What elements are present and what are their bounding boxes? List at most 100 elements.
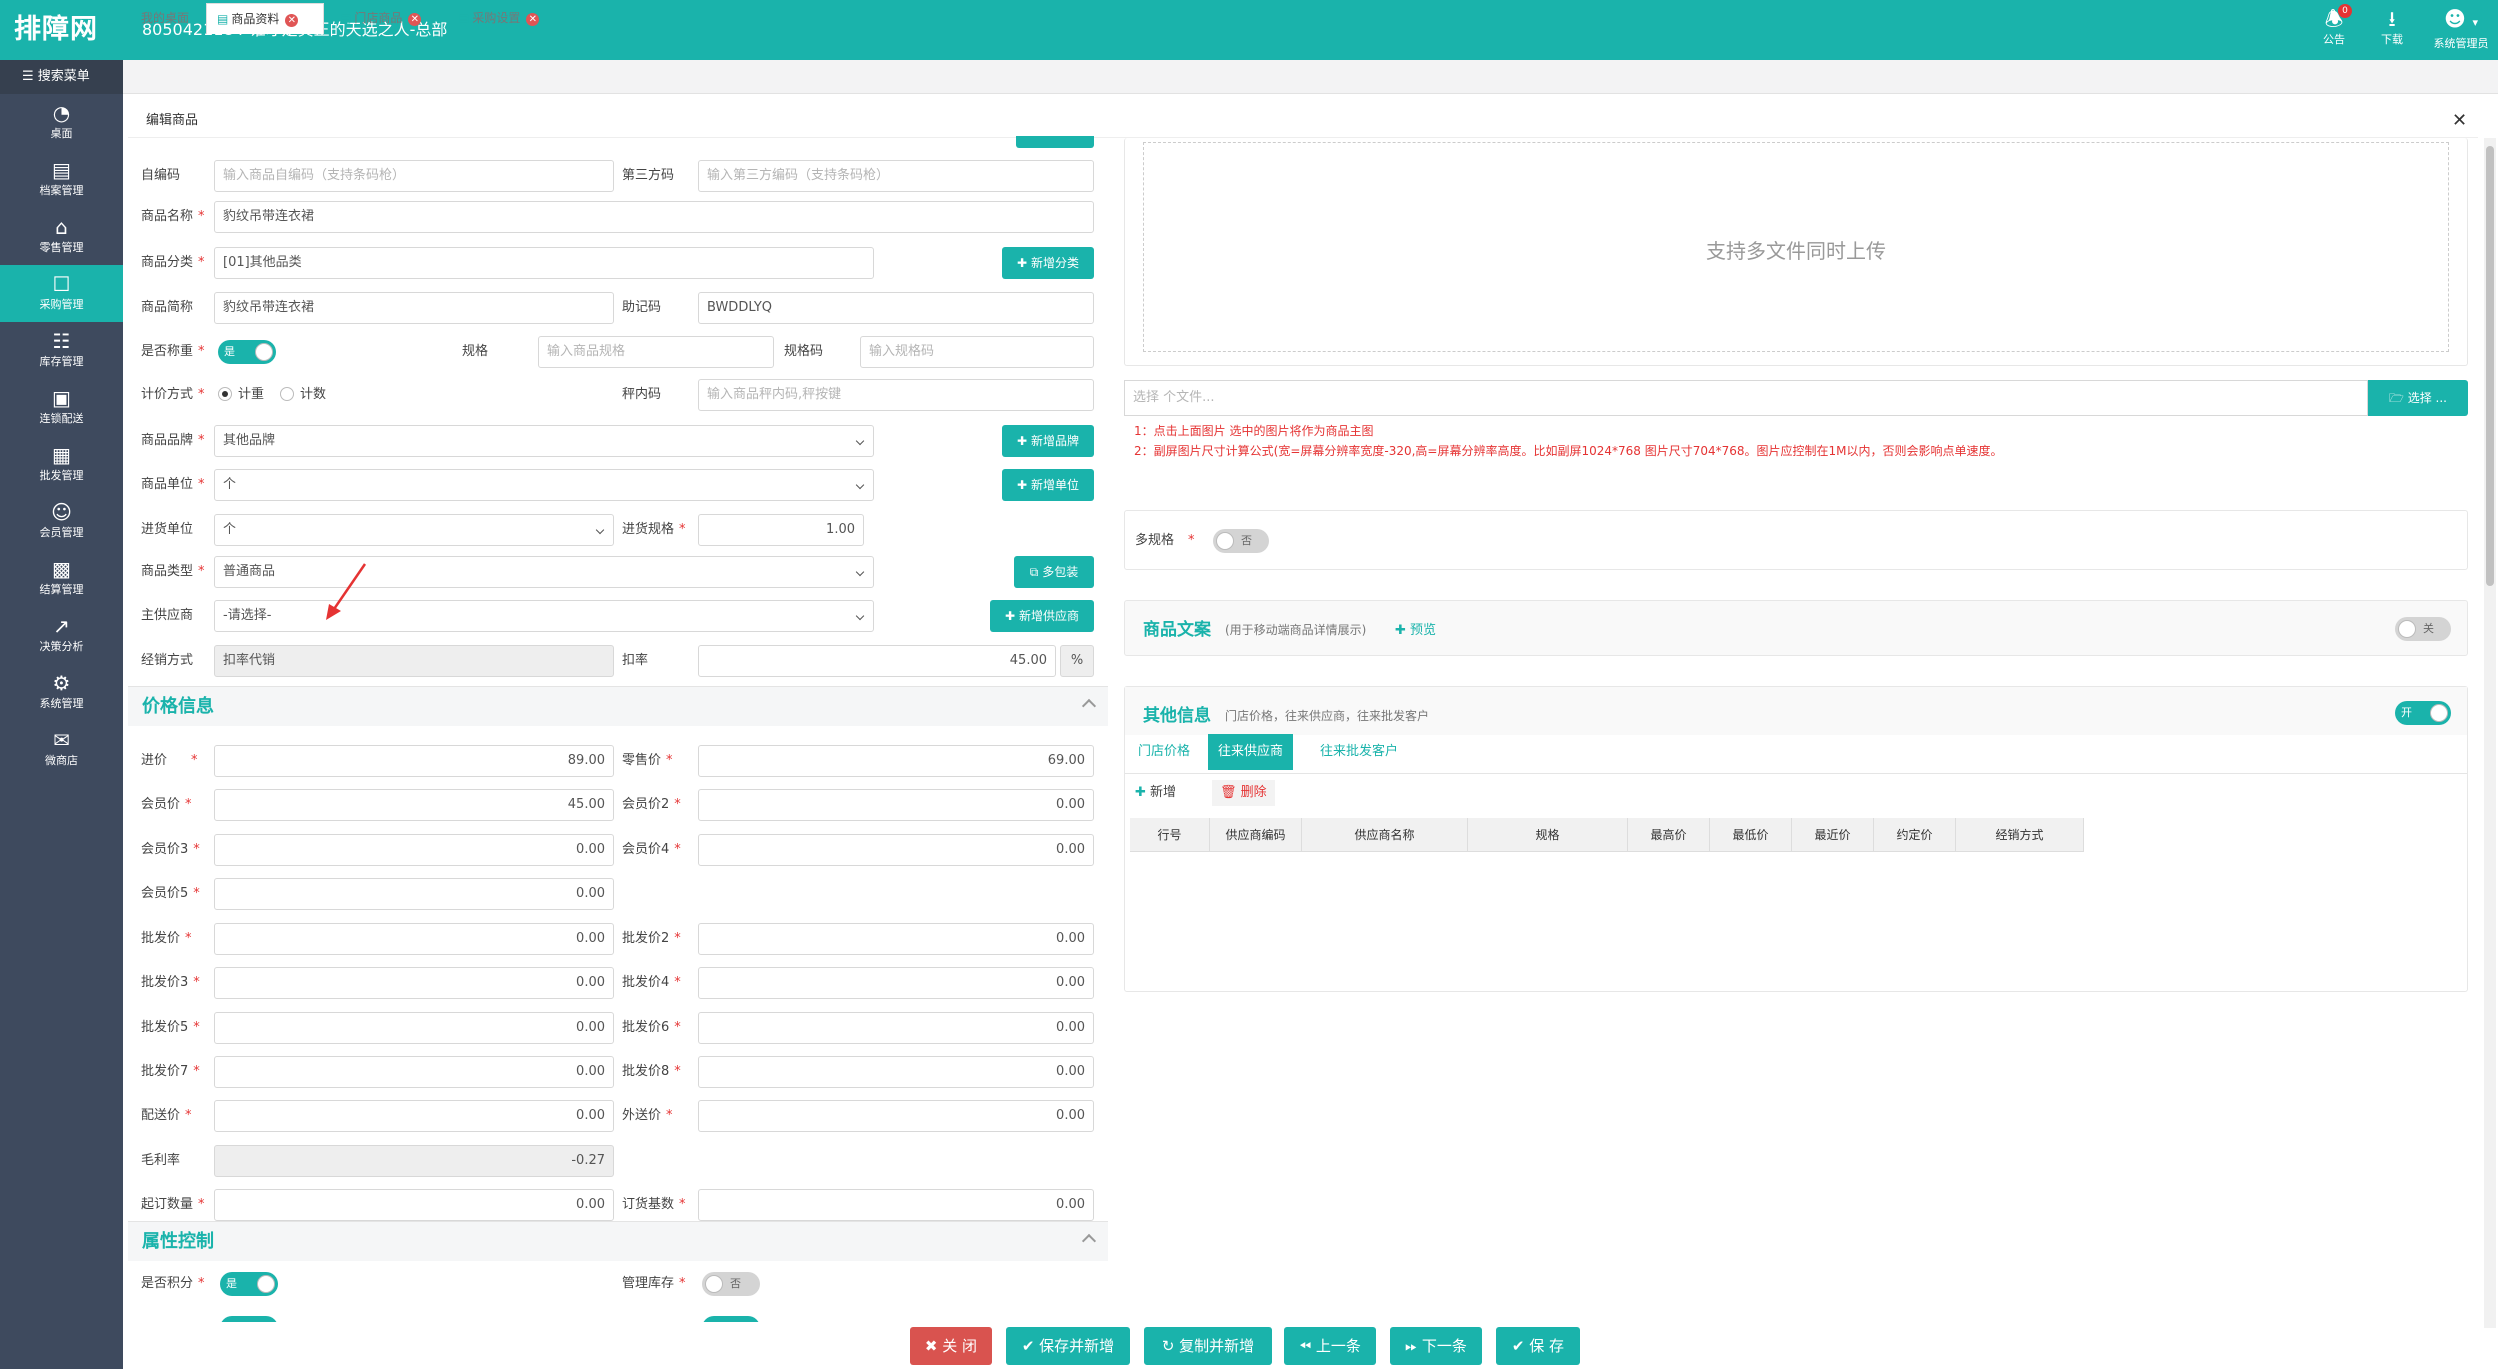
price-input[interactable]: 0.00	[698, 923, 1094, 955]
price-input[interactable]: 0.00	[698, 789, 1094, 821]
add-supplier-button[interactable]: ✚ 新增供应商	[990, 600, 1094, 632]
scrolled-button-edge[interactable]	[1016, 136, 1094, 148]
sidebar-item-retail[interactable]: ⌂ 零售管理	[0, 208, 123, 265]
drop-zone[interactable]: 支持多文件同时上传	[1143, 142, 2449, 352]
price-input[interactable]: 0.00	[214, 878, 614, 910]
product-name-input[interactable]: 豹纹吊带连衣裙	[214, 201, 1094, 233]
type-select[interactable]: 普通商品	[214, 556, 874, 588]
price-input[interactable]: 0.00	[698, 1189, 1094, 1221]
multi-package-button[interactable]: ⧉ 多包装	[1014, 556, 1094, 588]
price-input[interactable]: 0.00	[214, 834, 614, 866]
save-and-new-button[interactable]: ✔ 保存并新增	[1006, 1327, 1130, 1365]
menu-search[interactable]: ☰ 搜索菜单	[0, 60, 123, 94]
price-input[interactable]: 45.00	[214, 789, 614, 821]
close-tab-icon[interactable]: ✕	[408, 13, 422, 26]
tab-product-info[interactable]: ▤ 商品资料 ✕	[206, 3, 324, 34]
sidebar-item-settlement[interactable]: ▩ 结算管理	[0, 550, 123, 607]
table-column-header[interactable]: 最高价	[1628, 818, 1710, 852]
purchase-unit-select[interactable]: 个	[214, 514, 614, 546]
sidebar-item-analysis[interactable]: ↗ 决策分析	[0, 607, 123, 664]
table-column-header[interactable]: 经销方式	[1956, 818, 2084, 852]
price-input[interactable]: 0.00	[698, 1100, 1094, 1132]
close-panel-icon[interactable]: ✕	[2452, 104, 2467, 138]
scrollbar-track[interactable]	[2484, 138, 2496, 1328]
points-toggle[interactable]: 是	[220, 1272, 278, 1296]
next-button[interactable]: ⏩︎ 下一条	[1390, 1327, 1482, 1365]
is-weighing-toggle[interactable]: 是	[218, 340, 276, 364]
add-brand-button[interactable]: ✚ 新增品牌	[1002, 425, 1094, 457]
user-menu[interactable]: ☻︎ ▾ 系统管理员	[2426, 6, 2496, 56]
add-row-button[interactable]: ✚ 新增	[1129, 780, 1182, 806]
sidebar-item-shop[interactable]: ✉ 微商店	[0, 721, 123, 778]
sidebar-item-member[interactable]: ☺ 会员管理	[0, 493, 123, 550]
third-code-input[interactable]: 输入第三方编码（支持条码枪）	[698, 160, 1094, 192]
other-toggle[interactable]: 开	[2395, 701, 2451, 725]
tab-my-desktop[interactable]: 我的桌面	[131, 3, 209, 34]
sidebar-item-inventory[interactable]: ☷ 库存管理	[0, 322, 123, 379]
tab-purchase-settings[interactable]: ▤ 采购设置 ✕	[448, 3, 560, 34]
tab-store-product[interactable]: ▤ 门店商品 ✕	[330, 3, 442, 34]
previous-button[interactable]: ⏪︎ 上一条	[1284, 1327, 1376, 1365]
table-column-header[interactable]: 约定价	[1874, 818, 1956, 852]
tab-store-price[interactable]: 门店价格	[1128, 734, 1200, 770]
table-column-header[interactable]: 供应商名称	[1302, 818, 1468, 852]
sidebar-item-desktop[interactable]: ◔ 桌面	[0, 94, 123, 151]
price-input[interactable]: 0.00	[698, 834, 1094, 866]
sidebar-item-wholesale[interactable]: ▦ 批发管理	[0, 436, 123, 493]
price-input[interactable]: 0.00	[214, 1189, 614, 1221]
close-tab-icon[interactable]: ✕	[526, 13, 540, 26]
app-logo[interactable]: 排障网	[14, 8, 122, 52]
table-column-header[interactable]: 行号	[1130, 818, 1210, 852]
short-name-input[interactable]: 豹纹吊带连衣裙	[214, 292, 614, 324]
sidebar-item-system[interactable]: ⚙ 系统管理	[0, 664, 123, 721]
pricing-count-radio[interactable]: 计数	[280, 379, 326, 411]
file-name-input[interactable]: 选择 个文件...	[1124, 380, 2368, 416]
stock-toggle[interactable]: 否	[702, 1272, 760, 1296]
spec-code-input[interactable]: 输入规格码	[860, 336, 1094, 368]
close-tab-icon[interactable]: ✕	[285, 14, 299, 27]
table-column-header[interactable]: 规格	[1468, 818, 1628, 852]
unit-select[interactable]: 个	[214, 469, 874, 501]
price-input[interactable]: 0.00	[698, 1056, 1094, 1088]
download-button[interactable]: ⭳ 下载	[2364, 6, 2420, 56]
discount-input[interactable]: 45.00	[698, 645, 1056, 677]
mnemonic-input[interactable]: BWDDLYQ	[698, 292, 1094, 324]
chevron-up-icon[interactable]	[1081, 698, 1097, 714]
scrollbar-thumb[interactable]	[2486, 146, 2494, 586]
price-input[interactable]: 0.00	[698, 967, 1094, 999]
price-input[interactable]: 0.00	[698, 1012, 1094, 1044]
chevron-up-icon[interactable]	[1081, 1233, 1097, 1249]
table-column-header[interactable]: 最近价	[1792, 818, 1874, 852]
delete-row-button[interactable]: 🗑 删除	[1212, 780, 1275, 806]
price-input[interactable]: 0.00	[214, 1056, 614, 1088]
table-column-header[interactable]: 供应商编码	[1210, 818, 1302, 852]
copy-toggle[interactable]: 关	[2395, 617, 2451, 641]
price-section-header[interactable]: 价格信息	[128, 686, 1108, 726]
price-input[interactable]: 0.00	[214, 923, 614, 955]
multi-spec-toggle[interactable]: 否	[1213, 529, 1269, 553]
preview-link[interactable]: ✚ 预览	[1395, 619, 1436, 638]
table-column-header[interactable]: 最低价	[1710, 818, 1792, 852]
copy-and-new-button[interactable]: ↻ 复制并新增	[1144, 1327, 1272, 1365]
add-unit-button[interactable]: ✚ 新增单位	[1002, 469, 1094, 501]
price-input[interactable]: 0.00	[214, 967, 614, 999]
price-input[interactable]: 0.00	[214, 1012, 614, 1044]
tab-suppliers[interactable]: 往来供应商	[1208, 734, 1294, 770]
brand-select[interactable]: 其他品牌	[214, 425, 874, 457]
notice-button[interactable]: 🕭 0 公告	[2306, 4, 2362, 56]
price-input[interactable]: 0.00	[214, 1100, 614, 1132]
close-button[interactable]: ✖ 关 闭	[910, 1327, 992, 1365]
scale-code-input[interactable]: 输入商品秤内码,秤按键	[698, 379, 1094, 411]
attr-section-header[interactable]: 属性控制	[128, 1221, 1108, 1261]
sidebar-item-delivery[interactable]: ▣ 连锁配送	[0, 379, 123, 436]
price-input[interactable]: 69.00	[698, 745, 1094, 777]
supplier-select[interactable]: -请选择-	[214, 600, 874, 632]
purchase-spec-input[interactable]: 1.00	[698, 514, 864, 546]
self-code-input[interactable]: 输入商品自编码（支持条码枪）	[214, 160, 614, 192]
save-button[interactable]: ✔ 保 存	[1496, 1327, 1580, 1365]
spec-input[interactable]: 输入商品规格	[538, 336, 774, 368]
pricing-weight-radio[interactable]: 计重	[218, 379, 264, 411]
price-input[interactable]: 89.00	[214, 745, 614, 777]
add-category-button[interactable]: ✚ 新增分类	[1002, 247, 1094, 279]
tab-wholesale-customers[interactable]: 往来批发客户	[1310, 734, 1408, 770]
